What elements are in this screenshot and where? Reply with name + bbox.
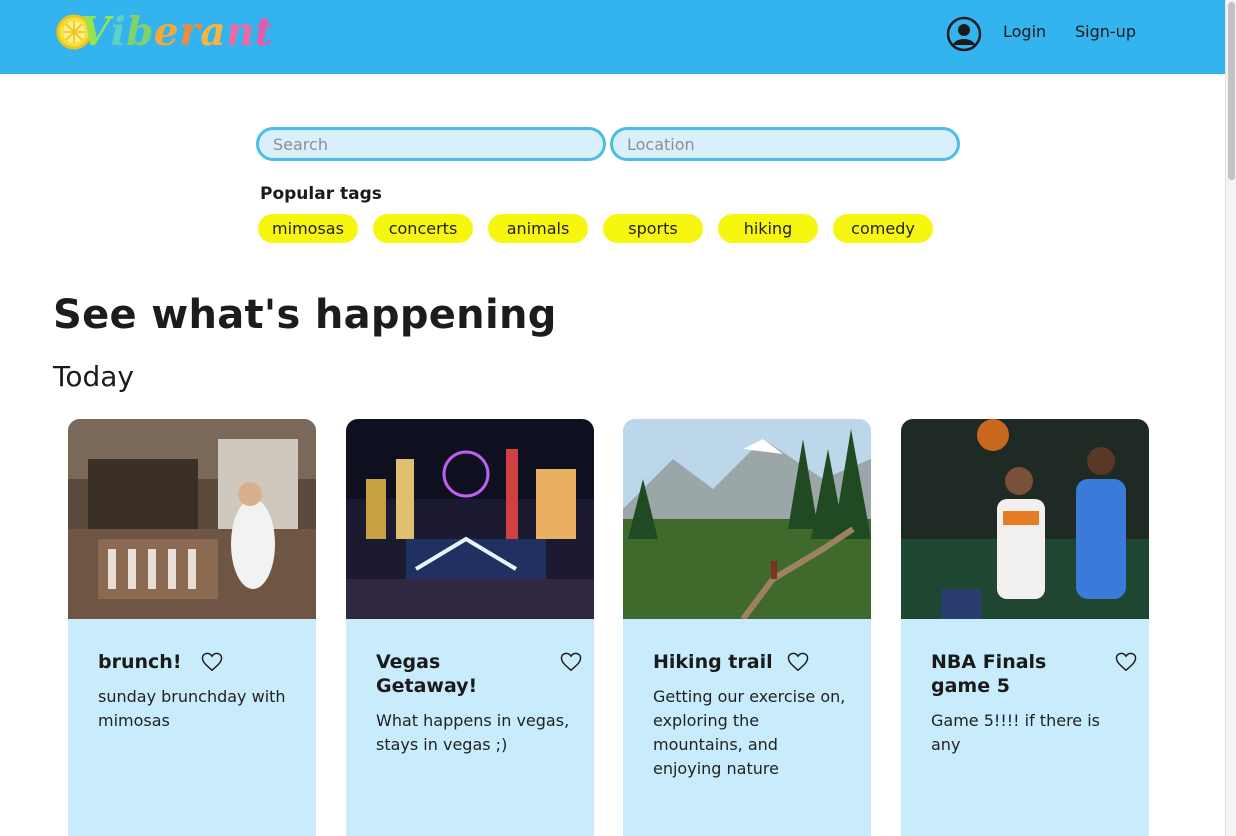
signup-link[interactable]: Sign-up (1075, 22, 1136, 41)
event-card[interactable]: Vegas Getaway! What happens in vegas, st… (346, 419, 594, 836)
heart-outline-icon[interactable] (1115, 652, 1137, 672)
user-circle-icon[interactable] (946, 16, 982, 52)
event-card-title[interactable]: Hiking trail (653, 650, 803, 674)
tag-concerts[interactable]: concerts (373, 214, 473, 243)
tag-mimosas[interactable]: mimosas (258, 214, 358, 243)
viberant-logo[interactable]: Viberant (56, 8, 284, 58)
page-scrollbar[interactable] (1225, 0, 1236, 836)
event-image-vegas (346, 419, 594, 619)
location-input[interactable] (610, 127, 960, 161)
event-card-description: Getting our exercise on, exploring the m… (653, 687, 846, 778)
event-card[interactable]: brunch! sunday brunchday with mimosas (68, 419, 316, 836)
heart-outline-icon[interactable] (560, 652, 582, 672)
scrollbar-thumb[interactable] (1228, 2, 1235, 180)
event-image-basketball (901, 419, 1149, 619)
event-image-mountain-trail (623, 419, 871, 619)
tag-comedy[interactable]: comedy (833, 214, 933, 243)
event-card-description: What happens in vegas, stays in vegas ;) (376, 711, 570, 754)
event-card[interactable]: Hiking trail Getting our exercise on, ex… (623, 419, 871, 836)
heart-outline-icon[interactable] (787, 652, 809, 672)
section-title-today: Today (53, 360, 134, 393)
login-link[interactable]: Login (1003, 22, 1046, 41)
tag-animals[interactable]: animals (488, 214, 588, 243)
event-card-title[interactable]: brunch! (98, 650, 248, 674)
tag-hiking[interactable]: hiking (718, 214, 818, 243)
event-card[interactable]: NBA Finals game 5 Game 5!!!! if there is… (901, 419, 1149, 836)
top-navbar: Viberant Login Sign-up (0, 0, 1225, 74)
popular-tags-heading: Popular tags (260, 184, 382, 204)
page-title: See what's happening (53, 292, 557, 338)
search-input[interactable] (256, 127, 606, 161)
page: Viberant Login Sign-up Popular tags mimo… (0, 0, 1236, 836)
logo-wordmark: Viberant (80, 9, 274, 55)
event-image-restaurant (68, 419, 316, 619)
event-card-description: sunday brunchday with mimosas (98, 687, 286, 730)
tag-sports[interactable]: sports (603, 214, 703, 243)
heart-outline-icon[interactable] (201, 652, 223, 672)
event-card-description: Game 5!!!! if there is any (931, 711, 1100, 754)
event-card-title[interactable]: NBA Finals game 5 (931, 650, 1081, 698)
event-card-title[interactable]: Vegas Getaway! (376, 650, 526, 698)
